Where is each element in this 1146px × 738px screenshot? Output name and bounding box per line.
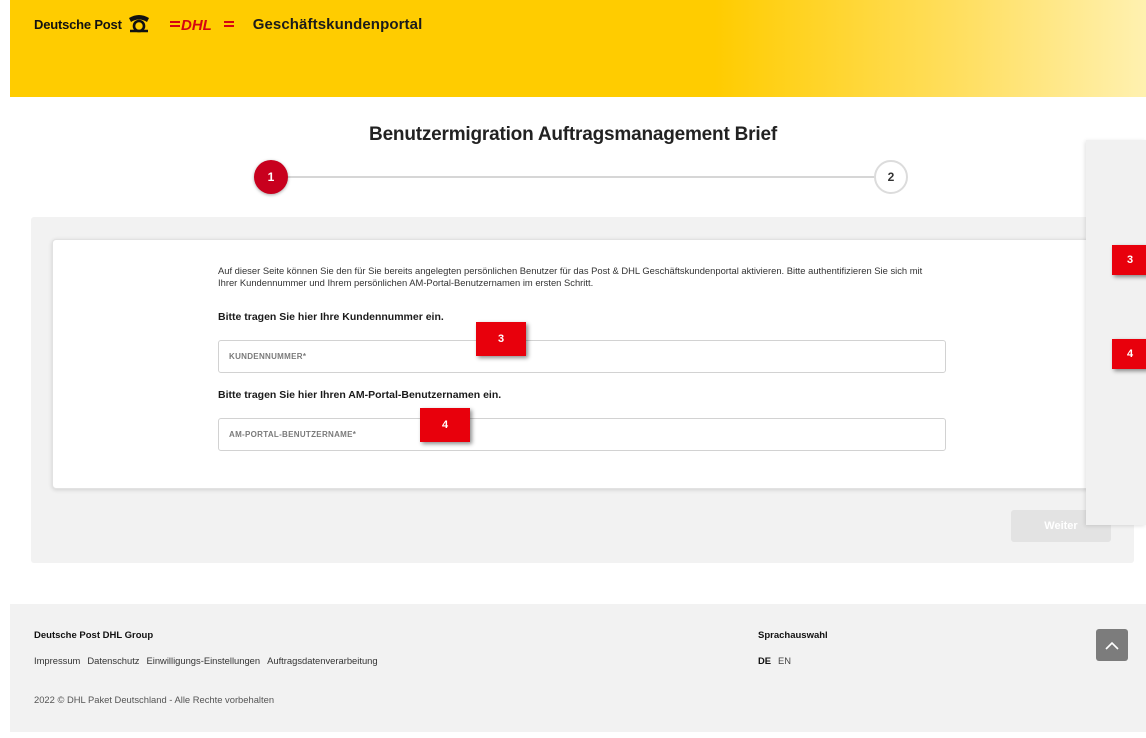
impressum-link[interactable]: Impressum [34, 655, 80, 666]
username-label: Bitte tragen Sie hier Ihren AM-Portal-Be… [218, 389, 502, 401]
deutsche-post-label: Deutsche Post [34, 16, 122, 32]
language-switcher: DE EN [758, 655, 791, 666]
site-footer: Deutsche Post DHL Group Impressum Datens… [10, 604, 1146, 732]
site-header: Deutsche Post DHL Geschäftskundenportal [10, 0, 1146, 97]
intro-text: Auf dieser Seite können Sie den für Sie … [218, 265, 923, 288]
portal-title: Geschäftskundenportal [252, 15, 423, 33]
customer-number-field[interactable] [218, 340, 946, 373]
customer-number-input[interactable] [229, 352, 945, 361]
step-1-indicator: 1 [254, 160, 288, 194]
footer-links: Impressum Datenschutz Einwilligungs-Eins… [34, 655, 378, 666]
progress-stepper: 1 2 [254, 159, 908, 195]
brand-bar: Deutsche Post DHL Geschäftskundenportal [34, 13, 422, 35]
language-en[interactable]: EN [778, 655, 791, 666]
datenschutz-link[interactable]: Datenschutz [87, 655, 139, 666]
svg-text:DHL: DHL [181, 17, 212, 33]
page-title: Benutzermigration Auftragsmanagement Bri… [369, 124, 777, 145]
annotation-marker: 3 [476, 322, 526, 356]
username-input[interactable] [229, 430, 945, 439]
consent-settings-link[interactable]: Einwilligungs-Einstellungen [147, 655, 261, 666]
dhl-logo: DHL [169, 17, 234, 33]
annotation-marker: 4 [1112, 339, 1146, 369]
data-processing-link[interactable]: Auftragsdatenverarbeitung [267, 655, 378, 666]
annotation-marker: 3 [1112, 245, 1146, 275]
posthorn-icon [128, 15, 149, 33]
customer-number-label: Bitte tragen Sie hier Ihre Kundennummer … [218, 311, 444, 323]
step-2-indicator: 2 [874, 160, 908, 194]
username-field[interactable] [218, 418, 946, 451]
scroll-to-top-button[interactable] [1096, 629, 1128, 661]
footer-group-name: Deutsche Post DHL Group [34, 630, 154, 641]
annotation-marker: 4 [420, 408, 470, 442]
chevron-up-icon [1105, 641, 1119, 650]
copyright-text: 2022 © DHL Paket Deutschland - Alle Rech… [34, 694, 275, 705]
side-panel [1086, 140, 1146, 525]
language-heading: Sprachauswahl [758, 630, 828, 641]
stepper-line [286, 176, 876, 178]
language-de[interactable]: DE [758, 655, 771, 666]
